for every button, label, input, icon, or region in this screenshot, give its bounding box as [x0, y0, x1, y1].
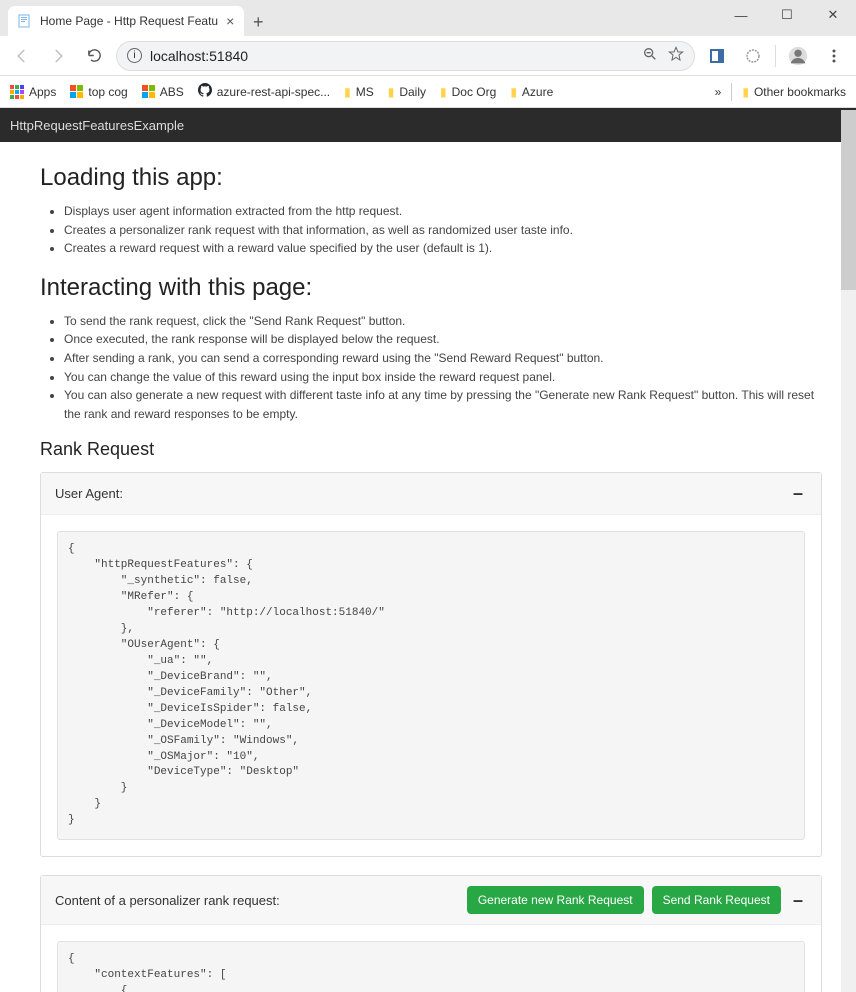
address-bar[interactable]: i localhost:51840: [116, 41, 695, 71]
bookmark-topcog[interactable]: top cog: [70, 85, 127, 99]
heading-loading: Loading this app:: [40, 164, 822, 192]
folder-icon: ▮: [742, 85, 749, 99]
zoom-icon[interactable]: [642, 46, 658, 65]
apps-icon: [10, 85, 24, 99]
bookmark-azure[interactable]: ▮ Azure: [510, 85, 553, 99]
site-info-icon[interactable]: i: [127, 48, 142, 63]
list-item: You can also generate a new request with…: [64, 386, 822, 423]
browser-titlebar: Home Page - Http Request Featu × + — ☐ ✕: [0, 0, 856, 36]
reload-button[interactable]: [80, 42, 108, 70]
app-title: HttpRequestFeaturesExample: [10, 118, 184, 133]
back-button[interactable]: [8, 42, 36, 70]
list-item: You can change the value of this reward …: [64, 368, 822, 387]
browser-tab[interactable]: Home Page - Http Request Featu ×: [8, 6, 244, 36]
tab-close-icon[interactable]: ×: [226, 13, 234, 29]
card-rank-request: Content of a personalizer rank request: …: [40, 875, 822, 992]
user-agent-json: { "httpRequestFeatures": { "_synthetic":…: [57, 531, 805, 840]
rank-request-json: { "contextFeatures": [ { "time": "night"…: [57, 941, 805, 992]
bookmark-label: Other bookmarks: [754, 85, 846, 99]
card-body: { "contextFeatures": [ { "time": "night"…: [41, 925, 821, 992]
extension-reader-icon[interactable]: [703, 42, 731, 70]
menu-button[interactable]: [820, 42, 848, 70]
bookmark-label: azure-rest-api-spec...: [217, 85, 330, 99]
bookmark-label: top cog: [88, 85, 127, 99]
separator: [731, 83, 732, 101]
bookmark-label: Azure: [522, 85, 553, 99]
bookmarks-overflow-button[interactable]: »: [715, 85, 722, 99]
scrollbar-thumb[interactable]: [841, 110, 856, 290]
window-controls: — ☐ ✕: [718, 0, 856, 30]
collapse-toggle-button[interactable]: –: [789, 483, 807, 504]
bookmark-label: MS: [356, 85, 374, 99]
bookmark-label: Doc Org: [452, 85, 497, 99]
bookmark-label: ABS: [160, 85, 184, 99]
bookmark-ms[interactable]: ▮ MS: [344, 85, 374, 99]
page-content: Loading this app: Displays user agent in…: [0, 142, 856, 992]
card-body: { "httpRequestFeatures": { "_synthetic":…: [41, 515, 821, 856]
bookmarks-bar: Apps top cog ABS azure-rest-api-spec... …: [0, 76, 856, 108]
bookmark-docorg[interactable]: ▮ Doc Org: [440, 85, 496, 99]
card-title: User Agent:: [55, 486, 123, 501]
profile-avatar-icon[interactable]: [784, 42, 812, 70]
loading-list: Displays user agent information extracte…: [64, 202, 822, 258]
card-user-agent: User Agent: – { "httpRequestFeatures": {…: [40, 472, 822, 857]
bookmark-label: Daily: [399, 85, 426, 99]
list-item: Creates a reward request with a reward v…: [64, 239, 822, 258]
heading-rank-request: Rank Request: [40, 439, 822, 460]
other-bookmarks[interactable]: ▮ Other bookmarks: [742, 85, 846, 99]
window-close-button[interactable]: ✕: [810, 0, 856, 30]
send-rank-request-button[interactable]: Send Rank Request: [652, 886, 781, 914]
toolbar-separator: [775, 45, 776, 67]
list-item: After sending a rank, you can send a cor…: [64, 349, 822, 368]
generate-rank-request-button[interactable]: Generate new Rank Request: [467, 886, 644, 914]
bookmark-star-icon[interactable]: [668, 46, 684, 65]
card-header-user-agent: User Agent: –: [41, 473, 821, 515]
page-scrollbar[interactable]: [841, 110, 856, 992]
window-minimize-button[interactable]: —: [718, 0, 764, 30]
forward-button[interactable]: [44, 42, 72, 70]
collapse-toggle-button[interactable]: –: [789, 890, 807, 911]
browser-toolbar: i localhost:51840: [0, 36, 856, 76]
list-item: Displays user agent information extracte…: [64, 202, 822, 221]
window-maximize-button[interactable]: ☐: [764, 0, 810, 30]
card-header-rank-request: Content of a personalizer rank request: …: [41, 876, 821, 925]
folder-icon: ▮: [440, 85, 447, 99]
list-item: Once executed, the rank response will be…: [64, 330, 822, 349]
tab-title: Home Page - Http Request Featu: [40, 14, 218, 28]
bookmark-abs[interactable]: ABS: [142, 85, 184, 99]
folder-icon: ▮: [344, 85, 351, 99]
page-favicon-icon: [18, 14, 32, 28]
new-tab-button[interactable]: +: [244, 8, 272, 36]
ms-logo-icon: [142, 85, 155, 98]
list-item: To send the rank request, click the "Sen…: [64, 312, 822, 331]
ms-logo-icon: [70, 85, 83, 98]
bookmark-daily[interactable]: ▮ Daily: [388, 85, 426, 99]
url-text: localhost:51840: [150, 48, 248, 64]
card-title: Content of a personalizer rank request:: [55, 893, 280, 908]
folder-icon: ▮: [510, 85, 517, 99]
apps-label: Apps: [29, 85, 56, 99]
extension-circle-icon[interactable]: [739, 42, 767, 70]
github-icon: [198, 83, 212, 100]
interacting-list: To send the rank request, click the "Sen…: [64, 312, 822, 424]
apps-button[interactable]: Apps: [10, 85, 56, 99]
heading-interacting: Interacting with this page:: [40, 274, 822, 302]
app-header: HttpRequestFeaturesExample: [0, 108, 856, 142]
folder-icon: ▮: [388, 85, 395, 99]
bookmark-azure-api[interactable]: azure-rest-api-spec...: [198, 83, 330, 100]
list-item: Creates a personalizer rank request with…: [64, 221, 822, 240]
